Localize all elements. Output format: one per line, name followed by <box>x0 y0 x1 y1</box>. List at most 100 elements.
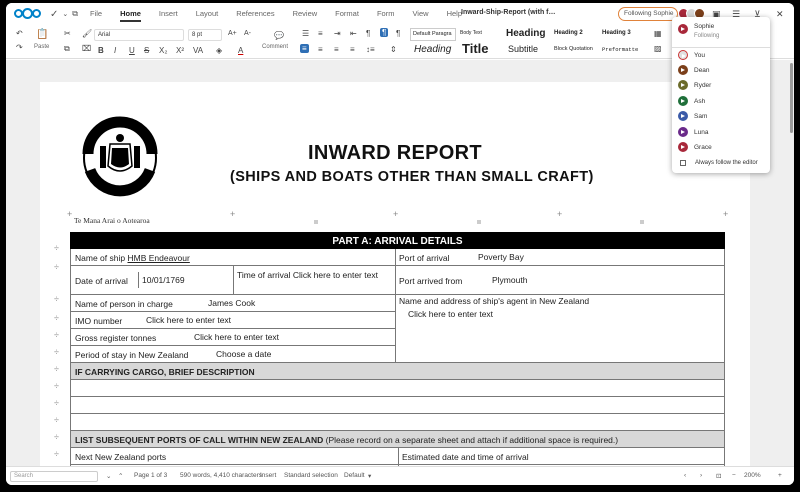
indent-icon[interactable]: ⇥ <box>334 29 341 38</box>
subscript-icon[interactable]: X₂ <box>159 46 167 55</box>
cargo-line[interactable] <box>70 397 725 414</box>
font-size-select[interactable]: 8 pt <box>188 29 222 41</box>
tab-insert[interactable]: Insert <box>159 7 178 22</box>
agent-value[interactable]: Click here to enter text <box>408 309 493 319</box>
table-handle[interactable] <box>314 220 318 224</box>
next-page-icon[interactable]: › <box>700 472 702 479</box>
character-spacing-icon[interactable]: VA <box>193 46 203 55</box>
following-button[interactable]: Following Sophie <box>618 7 678 21</box>
style-heading-3[interactable]: Heading 3 <box>602 30 631 36</box>
table-handle[interactable] <box>640 220 644 224</box>
chevron-down-icon[interactable]: ▾ <box>368 472 371 480</box>
zoom-level[interactable]: 200% <box>744 472 761 479</box>
close-icon[interactable]: ✕ <box>776 9 784 20</box>
checkbox[interactable] <box>680 160 686 166</box>
style-preformatted[interactable]: Preformatte <box>602 46 638 53</box>
paste-icon[interactable]: 📋 <box>36 29 48 40</box>
user-item-you[interactable]: You <box>678 49 705 61</box>
tab-home[interactable]: Home <box>120 7 141 22</box>
redo-icon[interactable]: ↷ <box>16 43 23 52</box>
shrink-font-icon[interactable]: A- <box>244 30 251 37</box>
user-item-luna[interactable]: Luna <box>678 126 708 138</box>
image-icon[interactable]: ▨ <box>654 44 662 53</box>
port-from-value[interactable]: Plymouth <box>492 275 527 285</box>
tab-help[interactable]: Help <box>447 7 462 22</box>
user-item-sam[interactable]: Sam <box>678 110 707 122</box>
bold-icon[interactable]: B <box>98 46 104 55</box>
port-arrival-value[interactable]: Poverty Bay <box>478 252 524 262</box>
cargo-line[interactable] <box>70 414 725 431</box>
tab-references[interactable]: References <box>236 7 274 22</box>
prev-page-icon[interactable]: ‹ <box>684 472 686 479</box>
gross-value[interactable]: Click here to enter text <box>194 332 279 342</box>
tab-format[interactable]: Format <box>335 7 359 22</box>
dropdown-header[interactable]: Sophie Following <box>678 23 719 39</box>
style-title[interactable]: Title <box>462 41 489 56</box>
superscript-icon[interactable]: X² <box>176 46 184 55</box>
comment-icon[interactable]: 💬 <box>274 31 284 40</box>
style-default-paragraph[interactable]: Default Paragra <box>410 28 456 41</box>
search-next-icon[interactable]: ⌃ <box>118 472 123 480</box>
style-block-quotation[interactable]: Block Quotation <box>554 46 593 52</box>
paragraph-spacing-icon[interactable]: ⇕ <box>390 45 397 54</box>
style-subtitle[interactable]: Subtitle <box>508 44 538 54</box>
bullet-list-icon[interactable]: ☰ <box>302 29 309 38</box>
highlight-icon[interactable]: ◈ <box>216 46 222 55</box>
vertical-scrollbar[interactable] <box>790 63 793 133</box>
tab-form[interactable]: Form <box>377 7 395 22</box>
tab-view[interactable]: View <box>412 7 428 22</box>
style-heading-2[interactable]: Heading 2 <box>554 30 583 36</box>
table-handle[interactable] <box>477 220 481 224</box>
comment-label[interactable]: Comment <box>262 44 288 50</box>
date-arrival-value[interactable]: 10/01/1769 <box>142 275 185 285</box>
undo-icon[interactable]: ↶ <box>16 29 23 38</box>
font-name-select[interactable]: Arial <box>94 29 184 41</box>
fit-width-icon[interactable]: ⊡ <box>716 472 721 480</box>
grow-font-icon[interactable]: A+ <box>228 30 237 37</box>
tab-review[interactable]: Review <box>293 7 318 22</box>
selection-mode[interactable]: Standard selection <box>284 472 338 479</box>
chevron-down-icon[interactable]: ⌄ <box>62 10 68 18</box>
font-color-icon[interactable]: A <box>238 46 243 55</box>
style-body-text[interactable]: Body Text <box>460 30 482 36</box>
nextcloud-logo-icon[interactable] <box>14 7 42 21</box>
copy-icon[interactable]: ⧉ <box>64 44 70 54</box>
formatting-marks-icon[interactable]: ¶ <box>380 28 389 37</box>
tab-file[interactable]: File <box>90 7 102 22</box>
checkmark-icon[interactable]: ✓ <box>50 9 58 20</box>
document-title[interactable]: Inward-Ship-Report (with f… <box>461 9 556 16</box>
person-value[interactable]: James Cook <box>208 298 255 308</box>
clear-formatting-icon[interactable]: ⌧ <box>82 44 91 53</box>
document-page[interactable]: Te Mana Arai o Aotearoa Fo INWARD REPORT… <box>40 82 750 466</box>
numbered-list-icon[interactable]: ≡ <box>318 29 323 38</box>
imo-value[interactable]: Click here to enter text <box>146 315 231 325</box>
justify-icon[interactable]: ≡ <box>350 45 355 54</box>
open-external-icon[interactable]: ⧉ <box>72 9 78 19</box>
italic-icon[interactable]: I <box>114 46 116 55</box>
style-heading[interactable]: Heading <box>506 28 545 39</box>
zoom-out-icon[interactable]: − <box>732 472 736 479</box>
table-icon[interactable]: ▦ <box>654 29 662 38</box>
outdent-icon[interactable]: ⇤ <box>350 29 357 38</box>
ship-name-value[interactable]: HMB Endeavour <box>127 253 189 263</box>
cargo-line[interactable] <box>70 380 725 397</box>
align-left-icon[interactable]: ≡ <box>300 44 309 53</box>
paste-label[interactable]: Paste <box>34 44 49 50</box>
user-item-ryder[interactable]: Ryder <box>678 79 711 91</box>
language-select[interactable]: Default <box>344 472 365 479</box>
user-item-dean[interactable]: Dean <box>678 64 710 76</box>
time-arrival-field[interactable]: Time of arrival Click here to enter text <box>233 266 395 294</box>
underline-icon[interactable]: U <box>129 46 135 55</box>
zoom-in-icon[interactable]: + <box>778 472 782 479</box>
clone-formatting-icon[interactable]: 🖌 <box>82 29 92 38</box>
insert-mode[interactable]: Insert <box>260 472 276 479</box>
stay-value[interactable]: Choose a date <box>216 349 271 359</box>
strikethrough-icon[interactable]: S <box>144 46 149 55</box>
user-item-ash[interactable]: Ash <box>678 95 705 107</box>
align-right-icon[interactable]: ≡ <box>334 45 339 54</box>
line-spacing-icon[interactable]: ↕≡ <box>366 45 375 54</box>
user-item-grace[interactable]: Grace <box>678 141 712 153</box>
paragraph-icon[interactable]: ¶ <box>366 29 370 38</box>
ltr-icon[interactable]: ¶ <box>396 29 400 38</box>
cut-icon[interactable]: ✂ <box>64 29 71 38</box>
